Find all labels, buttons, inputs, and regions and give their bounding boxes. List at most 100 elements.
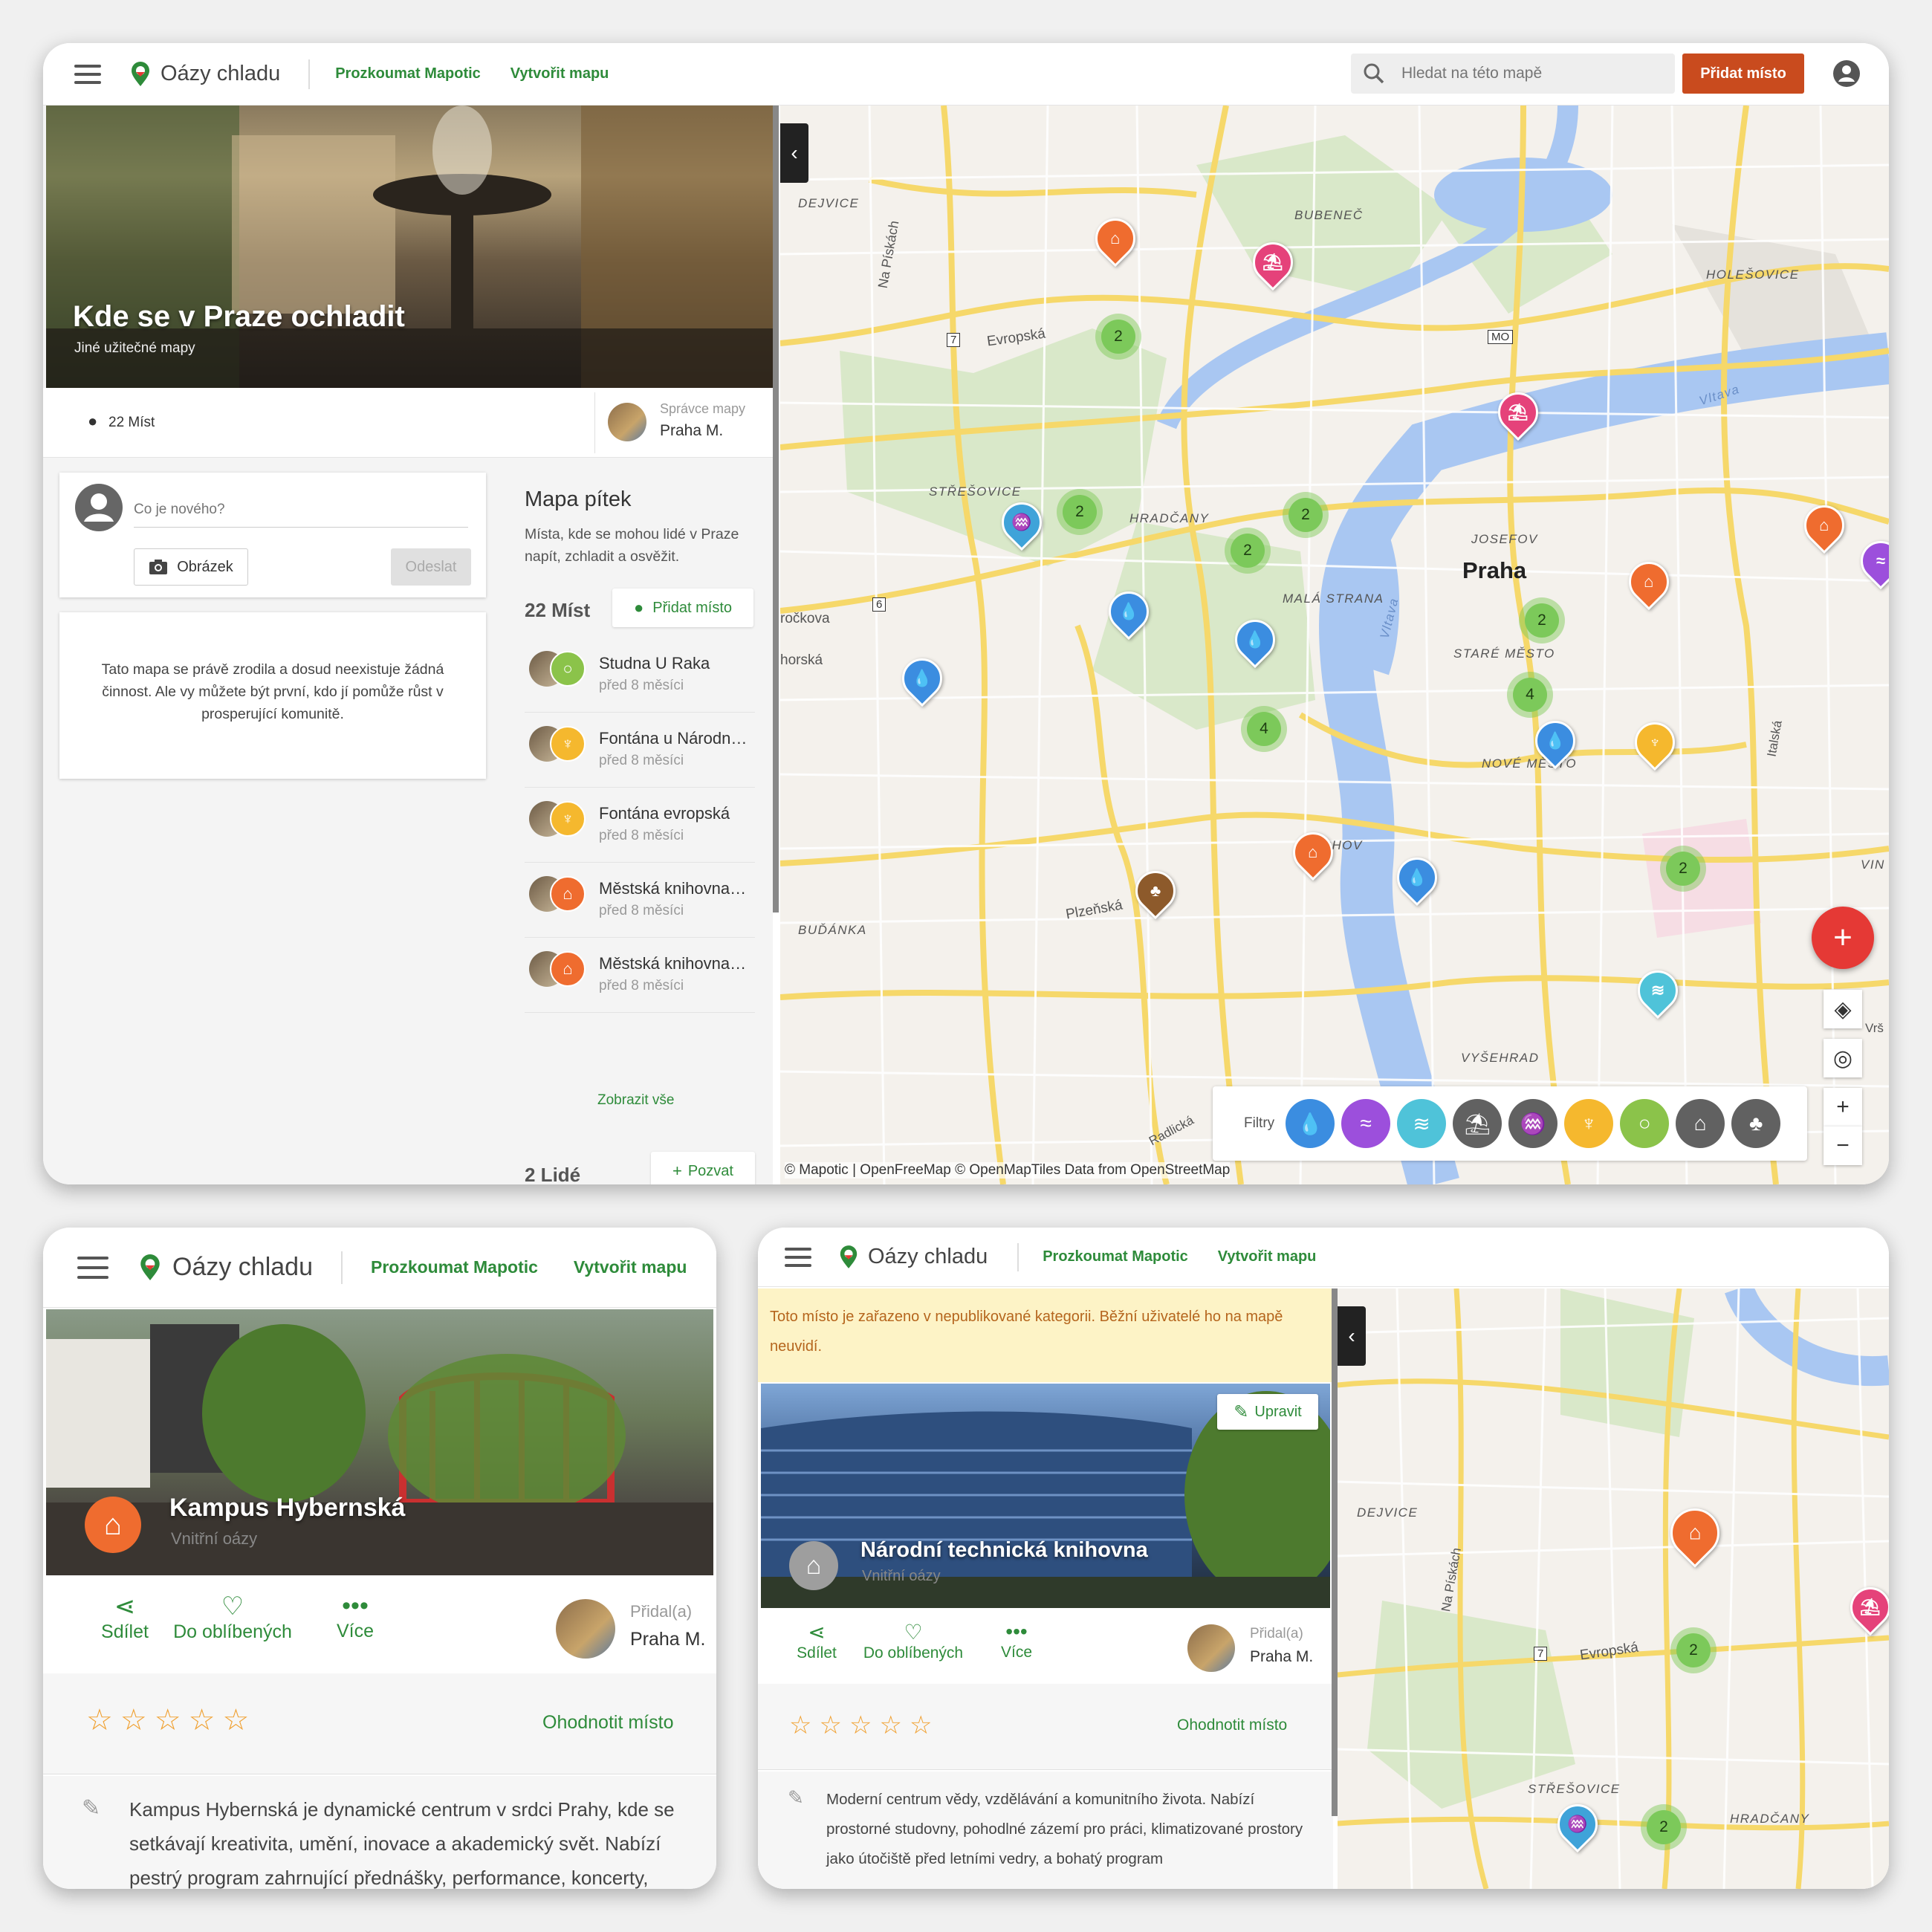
map-cluster[interactable]: 2	[1519, 597, 1565, 644]
filter-indoor-button[interactable]: ⌂	[1676, 1099, 1725, 1148]
send-button[interactable]: Odeslat	[391, 548, 471, 586]
star-rating[interactable]: ☆ ☆ ☆ ☆ ☆	[86, 1703, 256, 1737]
app-logo[interactable]: Oázy chladu	[838, 1245, 988, 1269]
star-icon[interactable]: ☆	[155, 1704, 181, 1737]
more-button[interactable]: ••• Více	[987, 1620, 1046, 1662]
show-all-link[interactable]: Zobrazit vše	[597, 1092, 674, 1109]
app-logo[interactable]: Oázy chladu	[138, 1253, 313, 1282]
map-search-box[interactable]	[1351, 54, 1675, 94]
locate-button[interactable]: ◎	[1824, 1039, 1862, 1077]
more-icon: •••	[1005, 1620, 1028, 1643]
menu-icon[interactable]	[77, 1256, 108, 1279]
filter-tree-button[interactable]: ♣	[1731, 1099, 1781, 1148]
nav-explore-link[interactable]: Prozkoumat Mapotic	[335, 65, 481, 82]
star-icon[interactable]: ☆	[819, 1711, 841, 1740]
account-icon[interactable]	[1832, 59, 1861, 88]
author-avatar[interactable]	[556, 1599, 615, 1659]
star-icon[interactable]: ☆	[86, 1704, 113, 1737]
add-place-link[interactable]: ● Přidat místo	[612, 589, 753, 627]
star-icon[interactable]: ☆	[120, 1704, 147, 1737]
map-cluster[interactable]: 4	[1241, 706, 1287, 752]
map-cluster[interactable]: 2	[1670, 1627, 1717, 1673]
rate-place-link[interactable]: Ohodnotit místo	[542, 1712, 673, 1734]
star-rating[interactable]: ☆ ☆ ☆ ☆ ☆	[789, 1711, 939, 1740]
filter-pool-button[interactable]: ♒	[1508, 1099, 1558, 1148]
map-cluster[interactable]: 2	[1641, 1804, 1687, 1850]
place-list-item[interactable]: ⌂ Městská knihovna ... před 8 měsíci	[525, 863, 755, 938]
filter-mist-button[interactable]: ≈	[1341, 1099, 1391, 1148]
admin-avatar[interactable]	[608, 403, 646, 441]
app-name: Oázy chladu	[868, 1245, 988, 1268]
edit-button[interactable]: ✎ Upravit	[1217, 1394, 1318, 1430]
share-button[interactable]: ⋖ Sdílet	[88, 1592, 162, 1643]
post-input[interactable]	[134, 492, 468, 528]
panel-scrollbar[interactable]	[773, 106, 779, 912]
favorite-button[interactable]: ♡ Do oblíbených	[169, 1592, 296, 1643]
admin-name[interactable]: Praha M.	[660, 422, 723, 440]
filter-water-drop-button[interactable]: 💧	[1286, 1099, 1335, 1148]
filter-swimming-outdoor-button[interactable]: ⛱	[1453, 1099, 1503, 1148]
share-button[interactable]: ⋖ Sdílet	[783, 1620, 850, 1662]
added-by-name[interactable]: Praha M.	[1250, 1648, 1313, 1666]
zoom-out-button[interactable]: −	[1824, 1127, 1862, 1165]
map-attribution: © Mapotic | OpenFreeMap © OpenMapTiles D…	[785, 1162, 1231, 1179]
rate-place-link[interactable]: Ohodnotit místo	[1177, 1717, 1287, 1734]
people-heading: 2 Lidé	[525, 1164, 581, 1184]
nav-create-link[interactable]: Vytvořit mapu	[574, 1257, 687, 1277]
author-avatar[interactable]	[1187, 1624, 1235, 1672]
more-button[interactable]: ••• Více	[318, 1592, 392, 1642]
star-icon[interactable]: ☆	[789, 1711, 811, 1740]
edit-pencil-icon: ✎	[82, 1796, 101, 1821]
nav-explore-link[interactable]: Prozkoumat Mapotic	[371, 1257, 538, 1277]
place-list-item[interactable]: ○ Studna U Raka před 8 měsíci	[525, 638, 755, 713]
invite-button[interactable]: + Pozvat	[651, 1152, 755, 1184]
menu-icon[interactable]	[74, 64, 101, 84]
nav-create-link[interactable]: Vytvořit mapu	[510, 65, 609, 82]
star-icon[interactable]: ☆	[879, 1711, 901, 1740]
place-title: Národní technická knihovna	[860, 1538, 1148, 1562]
place-map[interactable]: DEJVICE Na Pískách Evropská 7 STŘEŠOVICE…	[1338, 1288, 1889, 1889]
place-list-item[interactable]: ♆ Fontána u Národní... před 8 měsíci	[525, 713, 755, 788]
heart-icon: ♡	[904, 1621, 923, 1644]
collapse-panel-button[interactable]: ‹	[780, 123, 808, 183]
app-name: Oázy chladu	[172, 1253, 313, 1281]
app-logo[interactable]: Oázy chladu	[129, 61, 280, 87]
zoom-in-button[interactable]: +	[1824, 1088, 1862, 1127]
star-icon[interactable]: ☆	[910, 1711, 932, 1740]
panel-scrollbar[interactable]	[1332, 1288, 1338, 1816]
map-cluster[interactable]: 2	[1057, 489, 1103, 535]
place-photo: ✎ Upravit ⌂ Národní technická knihovna V…	[761, 1384, 1330, 1608]
filter-fountain-button[interactable]: ♆	[1564, 1099, 1614, 1148]
layers-button[interactable]: ◈	[1824, 990, 1862, 1028]
add-fab-button[interactable]: +	[1812, 907, 1874, 969]
nav-explore-link[interactable]: Prozkoumat Mapotic	[1043, 1248, 1188, 1265]
star-icon[interactable]: ☆	[222, 1704, 249, 1737]
search-input[interactable]	[1401, 65, 1647, 82]
star-icon[interactable]: ☆	[849, 1711, 872, 1740]
map-cluster[interactable]: 2	[1095, 314, 1141, 360]
map-cluster[interactable]: 2	[1225, 528, 1271, 574]
image-button[interactable]: Obrázek	[134, 548, 248, 586]
place-photo: ⌂ Kampus Hybernská Vnitřní oázy	[46, 1309, 713, 1575]
map-cluster[interactable]: 2	[1283, 492, 1329, 538]
map-title: Mapa pítek	[525, 487, 632, 511]
collapse-panel-button[interactable]: ‹	[1338, 1306, 1366, 1366]
menu-icon[interactable]	[785, 1247, 811, 1267]
place-list-item[interactable]: ♆ Fontána evropská před 8 měsíci	[525, 788, 755, 863]
main-map[interactable]: DEJVICE BUBENEČ HOLEŠOVICE Evropská Na P…	[780, 106, 1889, 1184]
map-cluster[interactable]: 4	[1507, 672, 1553, 718]
filter-water-waves-button[interactable]: ≋	[1397, 1099, 1447, 1148]
star-icon[interactable]: ☆	[189, 1704, 215, 1737]
left-panel: Kde se v Praze ochladit Jiné užitečné ma…	[43, 106, 779, 1184]
nav-create-link[interactable]: Vytvořit mapu	[1218, 1248, 1317, 1265]
filter-well-button[interactable]: ○	[1620, 1099, 1670, 1148]
map-label: DEJVICE	[1357, 1505, 1419, 1520]
added-by-name[interactable]: Praha M.	[630, 1629, 705, 1650]
favorite-button[interactable]: ♡ Do oblíbených	[858, 1620, 969, 1662]
layers-icon: ◈	[1834, 996, 1852, 1022]
places-count[interactable]: 22 Míst	[108, 415, 155, 431]
map-label: ročkova	[780, 611, 830, 626]
add-place-button[interactable]: Přidat místo	[1682, 54, 1804, 94]
map-cluster[interactable]: 2	[1660, 846, 1706, 892]
place-list-item[interactable]: ⌂ Městská knihovna ... před 8 měsíci	[525, 938, 755, 1013]
